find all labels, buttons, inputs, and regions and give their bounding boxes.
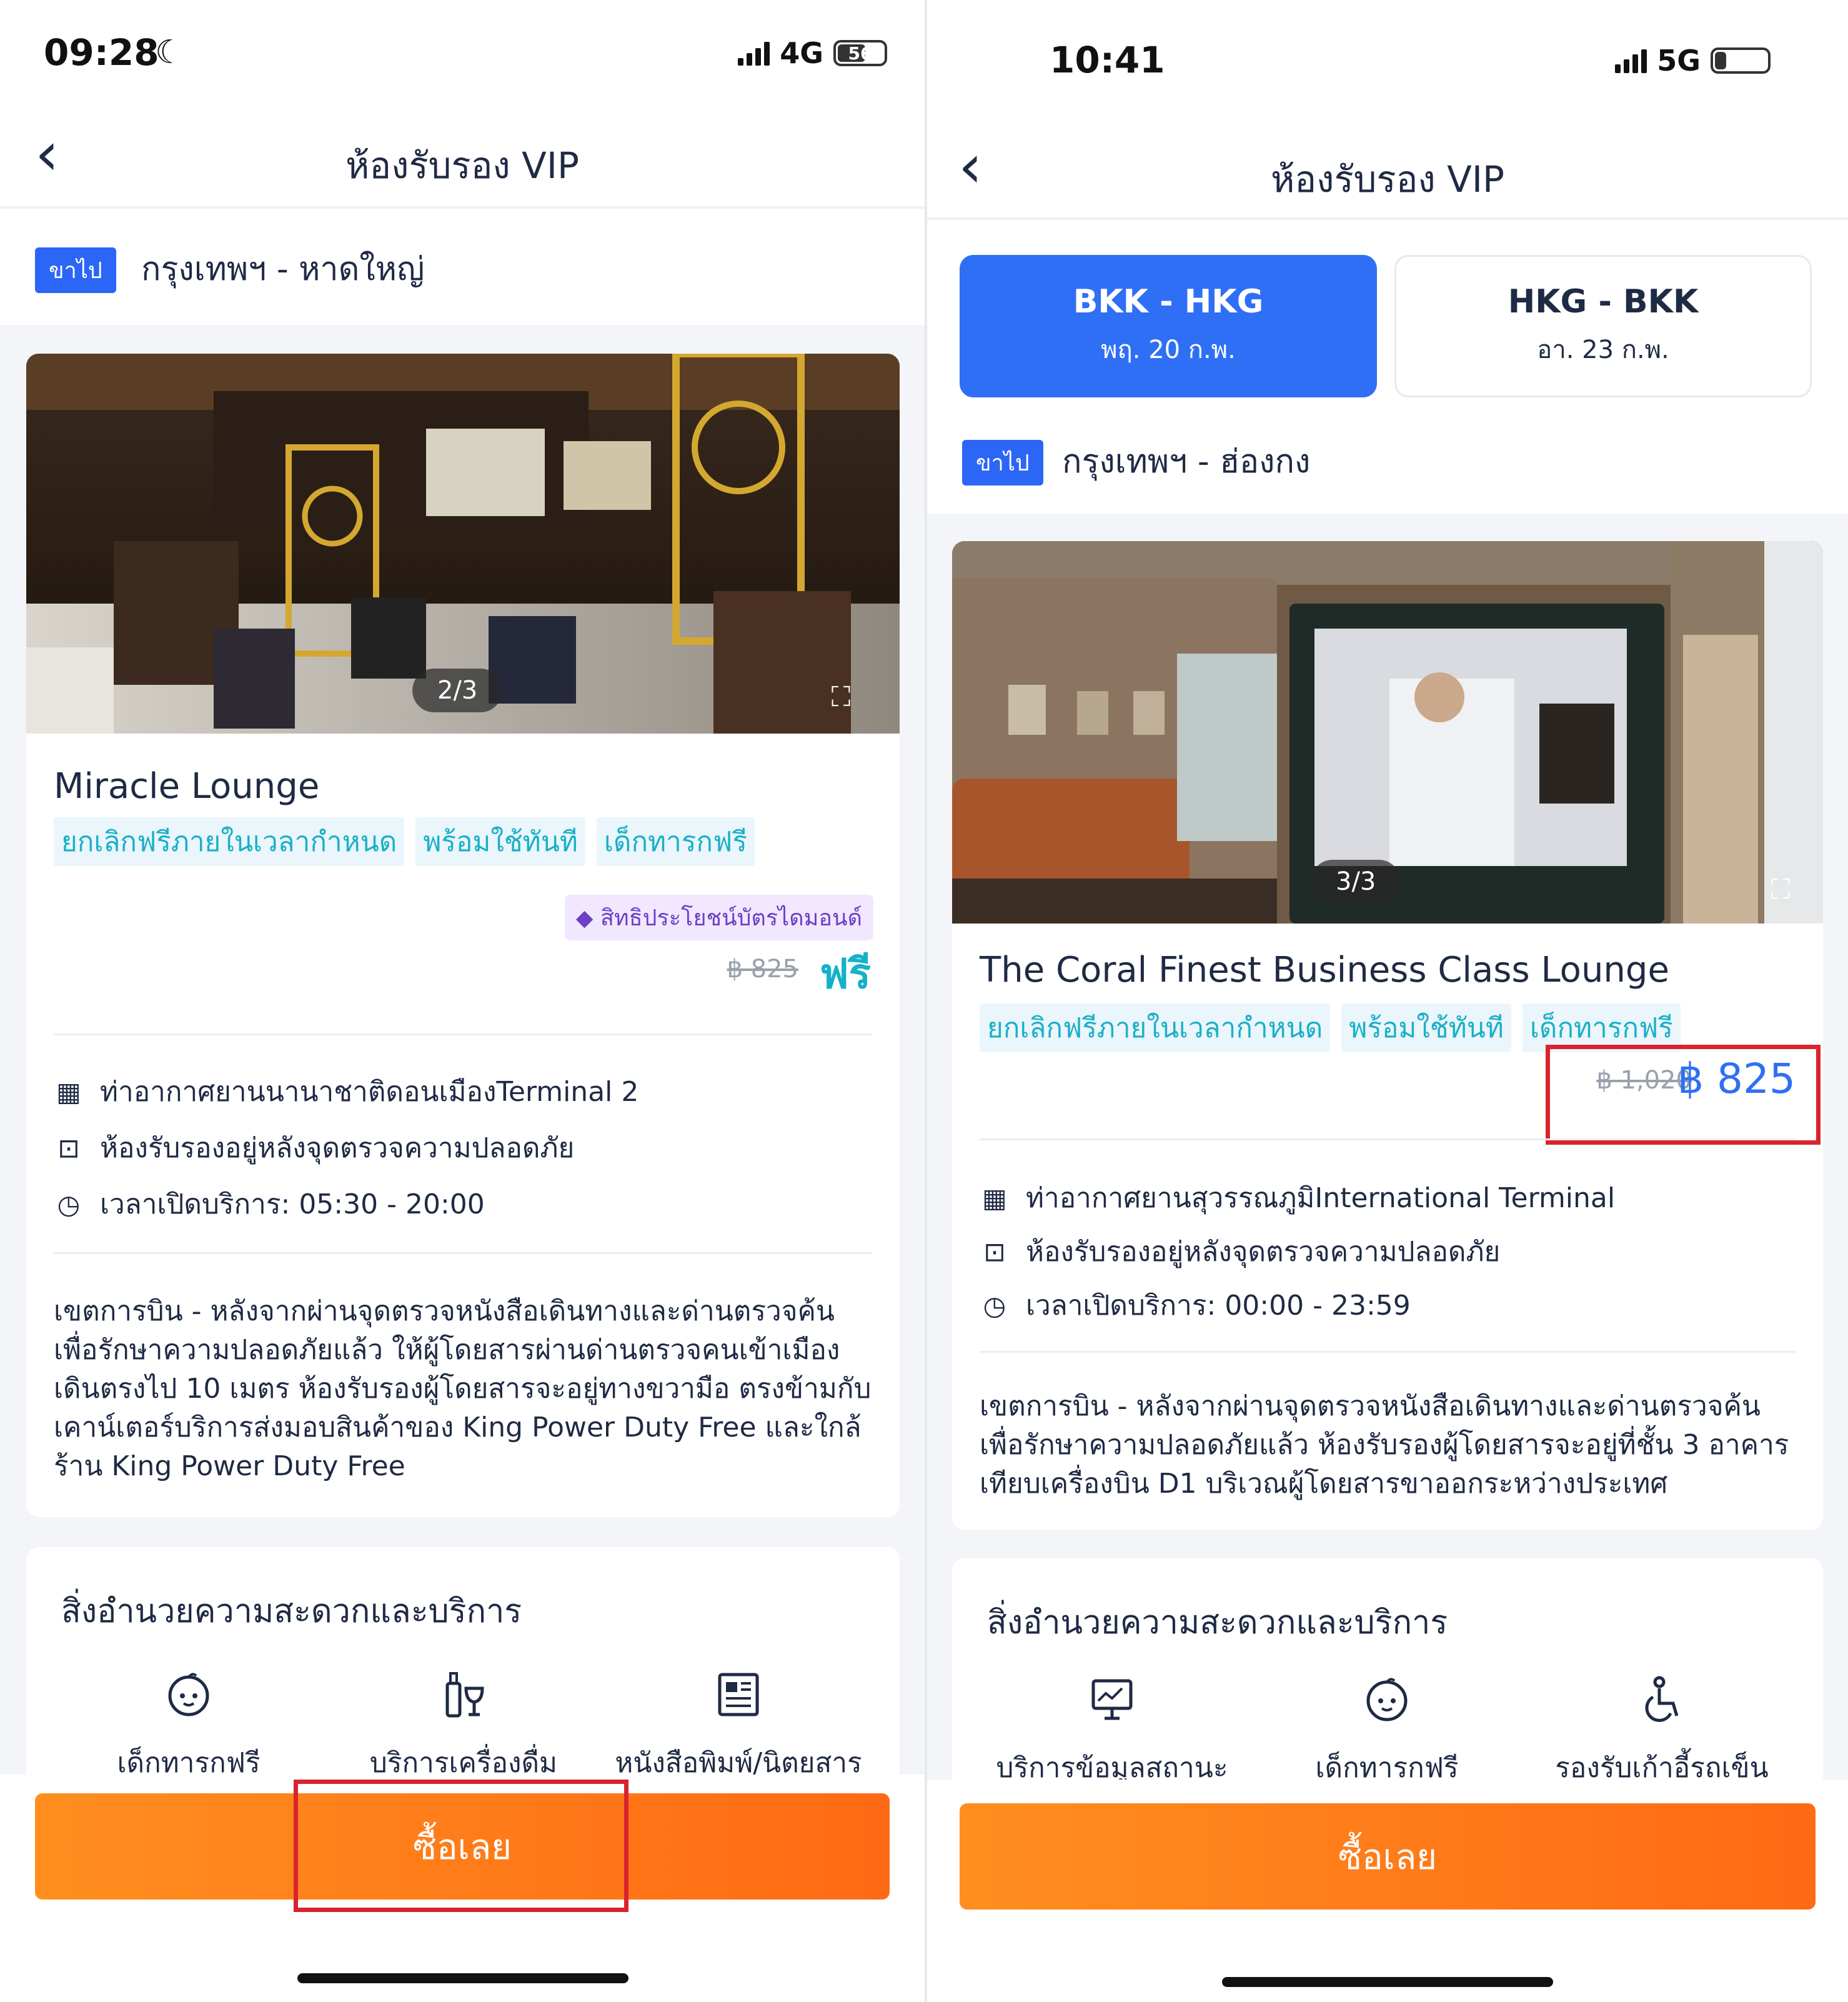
route-text: กรุงเทพฯ - หาดใหญ่: [141, 251, 425, 288]
battery-icon: 56: [833, 40, 887, 66]
monitor-icon: [975, 1671, 1249, 1728]
flight-tabs: BKK - HKG พฤ. 20 ก.พ. HKG - BKK อา. 23 ก…: [960, 255, 1812, 397]
location-text: ห้องรับรองอยู่หลังจุดตรวจความปลอดภัย: [100, 1132, 575, 1164]
clock-icon: ◷: [57, 1188, 81, 1220]
right-phone-screen: 10:41 5G ‹ ห้องรับรอง VIP BKK - HKG พฤ. …: [927, 0, 1848, 2002]
network-type: 5G: [1657, 44, 1701, 77]
signal-icon: [738, 41, 770, 66]
tab-outbound[interactable]: BKK - HKG พฤ. 20 ก.พ.: [960, 255, 1377, 397]
tag-free-cancel: ยกเลิกฟรีภายในเวลากำหนด: [980, 1003, 1331, 1052]
tag-instant: พร้อมใช้ทันที: [415, 817, 585, 866]
door-icon: ⊡: [57, 1132, 80, 1163]
amenities-title: สิ่งอำนวยความสะดวกและบริการ: [987, 1604, 1448, 1641]
left-phone-screen: 09:28 ☾ 4G 56 ‹ ห้องรับรอง VIP ขาไป กรุง…: [0, 0, 925, 2002]
amenity-wheelchair: รองรับเก้าอี้รถเข็น: [1524, 1671, 1799, 1790]
divider: [980, 1138, 1796, 1140]
drinks-icon: [326, 1666, 601, 1723]
tag-infant-free: เด็กทารกฟรี: [596, 817, 755, 866]
battery-icon: [1711, 47, 1771, 74]
newspaper-icon: [601, 1666, 876, 1723]
nav-bar: ‹ ห้องรับรอง VIP: [927, 106, 1848, 220]
divider: [54, 1252, 872, 1254]
original-price: ฿ 825: [727, 955, 798, 984]
tab-route-code: BKK - HKG: [1073, 283, 1264, 321]
airport-text: ท่าอากาศยานนานาชาติดอนเมืองTerminal 2: [100, 1076, 639, 1108]
tab-date: อา. 23 ก.พ.: [1537, 336, 1669, 364]
moon-icon: ☾: [155, 34, 184, 71]
tag-free-cancel: ยกเลิกฟรีภายในเวลากำหนด: [54, 817, 405, 866]
wheelchair-icon: [1524, 1671, 1799, 1728]
expand-icon[interactable]: ⛶: [1767, 876, 1794, 904]
route-direction-badge: ขาไป: [962, 440, 1043, 486]
sale-price: ฟรี: [819, 950, 871, 998]
door-icon: ⊡: [983, 1236, 1006, 1267]
feature-tags: ยกเลิกฟรีภายในเวลากำหนด พร้อมใช้ทันที เด…: [54, 817, 755, 866]
lounge-description: เขตการบิน - หลังจากผ่านจุดตรวจหนังสือเดิ…: [980, 1390, 1789, 1500]
page-title: ห้องรับรอง VIP: [345, 144, 579, 187]
battery-level: 56: [848, 42, 873, 64]
buy-now-button[interactable]: ซื้อเลย: [960, 1803, 1816, 1910]
status-time: 10:41: [1050, 39, 1165, 81]
bottom-bar: ซื้อเลย: [927, 1780, 1848, 2002]
info-airport: ▦ ท่าอากาศยานสุวรรณภูมิInternational Ter…: [980, 1176, 1615, 1220]
location-text: ห้องรับรองอยู่หลังจุดตรวจความปลอดภัย: [1026, 1236, 1501, 1268]
tab-return[interactable]: HKG - BKK อา. 23 ก.พ.: [1394, 255, 1812, 397]
tab-route-code: HKG - BKK: [1508, 283, 1699, 321]
network-type: 4G: [780, 36, 823, 70]
route-text: กรุงเทพฯ - ฮ่องกง: [1062, 443, 1311, 481]
info-location: ⊡ ห้องรับรองอยู่หลังจุดตรวจความปลอดภัย: [54, 1126, 574, 1170]
amenities-title: สิ่งอำนวยความสะดวกและบริการ: [61, 1593, 522, 1630]
lounge-description: เขตการบิน - หลังจากผ่านจุดตรวจหนังสือเดิ…: [54, 1295, 872, 1482]
highlight-box: [294, 1780, 628, 1912]
lounge-card[interactable]: 2/3 ⛶ Miracle Lounge ยกเลิกฟรีภายในเวลาก…: [26, 354, 900, 1517]
clock-icon: ◷: [983, 1290, 1006, 1321]
baby-icon: [1249, 1671, 1524, 1728]
hours-text: เวลาเปิดบริการ: 00:00 - 23:59: [1026, 1290, 1411, 1322]
amenity-drinks: บริการเครื่องดื่ม: [326, 1666, 601, 1785]
info-location: ⊡ ห้องรับรองอยู่หลังจุดตรวจความปลอดภัย: [980, 1230, 1500, 1273]
status-bar: 10:41 5G: [927, 0, 1848, 106]
baby-icon: [51, 1666, 326, 1723]
route-bar: ขาไป กรุงเทพฯ - หาดใหญ่: [0, 209, 925, 325]
lounge-photo[interactable]: 3/3 ⛶: [952, 541, 1823, 924]
home-indicator[interactable]: [1222, 1977, 1553, 1987]
status-time: 09:28: [44, 31, 159, 74]
expand-icon[interactable]: ⛶: [827, 684, 855, 711]
diamond-benefit-badge: ◆ สิทธิประโยชน์บัตรไดมอนด์: [564, 895, 873, 940]
divider: [980, 1351, 1796, 1353]
amenity-flight-info: บริการข้อมูลสถานะ: [975, 1671, 1249, 1790]
lounge-name: The Coral Finest Business Class Lounge: [980, 950, 1669, 990]
lounge-photo[interactable]: 2/3 ⛶: [26, 354, 900, 734]
home-indicator[interactable]: [297, 1973, 628, 1983]
divider: [54, 1033, 872, 1035]
info-hours: ◷ เวลาเปิดบริการ: 05:30 - 20:00: [54, 1182, 485, 1226]
info-airport: ▦ ท่าอากาศยานนานาชาติดอนเมืองTerminal 2: [54, 1070, 638, 1113]
route-direction-badge: ขาไป: [35, 247, 116, 293]
lounge-card[interactable]: 3/3 ⛶ The Coral Finest Business Class Lo…: [952, 541, 1823, 1530]
lounge-name: Miracle Lounge: [54, 766, 320, 807]
signal-icon: [1615, 48, 1647, 73]
airport-icon: ▦: [56, 1076, 81, 1107]
airport-text: ท่าอากาศยานสุวรรณภูมิInternational Termi…: [1026, 1182, 1616, 1214]
tag-instant: พร้อมใช้ทันที: [1341, 1003, 1511, 1052]
status-bar: 09:28 ☾ 4G 56: [0, 0, 925, 106]
tab-date: พฤ. 20 ก.พ.: [1101, 336, 1236, 364]
diamond-benefit-label: สิทธิประโยชน์บัตรไดมอนด์: [600, 905, 862, 931]
photo-counter: 2/3: [412, 669, 503, 712]
amenity-infant: เด็กทารกฟรี: [51, 1666, 326, 1785]
amenity-newspaper: หนังสือพิมพ์/นิตยสาร: [601, 1666, 876, 1785]
info-hours: ◷ เวลาเปิดบริการ: 00:00 - 23:59: [980, 1283, 1411, 1327]
page-title: ห้องรับรอง VIP: [1271, 158, 1504, 201]
nav-bar: ‹ ห้องรับรอง VIP: [0, 106, 925, 209]
photo-counter: 3/3: [1311, 860, 1401, 904]
diamond-icon: ◆: [575, 905, 594, 931]
bottom-bar: ซื้อเลย: [0, 1775, 925, 2002]
hours-text: เวลาเปิดบริการ: 05:30 - 20:00: [100, 1188, 485, 1220]
highlight-box: [1546, 1045, 1821, 1145]
airport-icon: ▦: [982, 1182, 1007, 1213]
amenity-infant: เด็กทารกฟรี: [1249, 1671, 1524, 1790]
